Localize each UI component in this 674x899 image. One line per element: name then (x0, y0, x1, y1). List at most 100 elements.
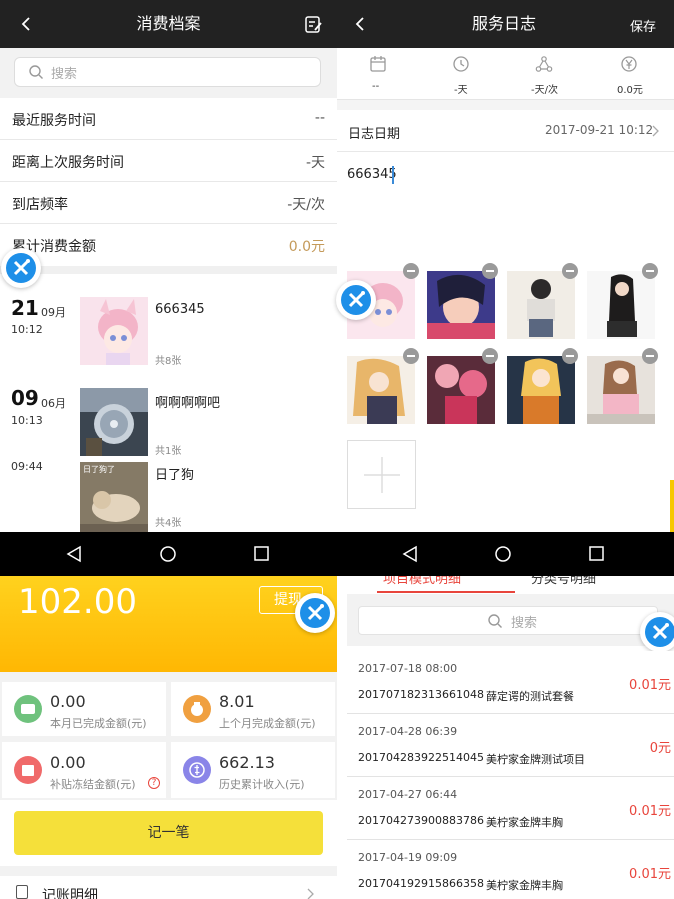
stat-label: 本月已完成金额(元) (50, 717, 147, 730)
search-placeholder: 搜索 (51, 67, 78, 82)
order-time: 2017-04-27 06:44 (358, 788, 458, 801)
stat-label: 补贴冻结金额(元) (50, 778, 136, 791)
add-photo-button[interactable] (347, 440, 416, 509)
row-label: 最近服务时间 (12, 113, 96, 129)
order-search-area: 搜索 (347, 594, 674, 646)
timeline-item[interactable]: 09 06月 10:13 啊啊啊啊吧 共1张 (0, 378, 337, 460)
row-value: -- (314, 110, 325, 126)
nav-back-icon[interactable] (66, 545, 82, 567)
photo-thumbnail[interactable] (347, 356, 415, 424)
chevron-right-icon (306, 886, 316, 899)
nav-back-icon[interactable] (402, 545, 418, 567)
nav-home-icon[interactable] (494, 545, 512, 567)
remove-photo-icon[interactable] (482, 263, 498, 279)
floating-assistive-button[interactable] (336, 280, 376, 320)
order-name: 美柠家金牌测试项目 (486, 753, 585, 766)
share-icon (535, 55, 553, 77)
section-divider (0, 266, 337, 274)
nav-home-icon[interactable] (159, 545, 177, 567)
ledger-row[interactable]: 记账明细 (0, 876, 337, 899)
dollar-icon (183, 756, 211, 784)
remove-photo-icon[interactable] (562, 263, 578, 279)
photo-thumbnail[interactable] (507, 271, 575, 339)
search-input[interactable]: 搜索 (14, 57, 321, 87)
stat-value: 0.00 (50, 753, 86, 772)
nav-recents-icon[interactable] (589, 546, 605, 566)
stat-card: 662.13 历史累计收入(元) (171, 742, 335, 798)
order-row[interactable]: 2017-07-18 08:00 20170718231366104​8 薛定谔… (347, 651, 674, 714)
stat-value: -天 (454, 85, 468, 96)
floating-assistive-button[interactable] (640, 612, 674, 652)
photo-thumbnail[interactable] (587, 271, 655, 339)
order-row[interactable]: 2017-04-19 09:09 201704192915866358 美柠家金… (347, 840, 674, 899)
anime-thumbnail (80, 297, 148, 365)
tools-icon (300, 598, 330, 628)
save-button[interactable]: 保存 (630, 16, 656, 35)
row-label: 距离上次服务时间 (12, 155, 124, 171)
timeline-count: 共1张 (155, 446, 182, 457)
search-area: 搜索 (0, 48, 337, 98)
photo-thumbnail[interactable] (587, 356, 655, 424)
tab-bar: 项目模式明细 分类号明细 (347, 576, 674, 594)
photo-thumbnail[interactable] (507, 356, 575, 424)
search-input[interactable]: 搜索 (358, 606, 658, 635)
order-time: 2017-07-18 08:00 (358, 662, 458, 675)
journal-titlebar: 服务日志 保存 (337, 0, 674, 48)
frozen-funds-icon (14, 756, 42, 784)
gap (337, 100, 674, 110)
remove-photo-icon[interactable] (482, 348, 498, 364)
info-row-since-last: 距离上次服务时间 -天 (0, 140, 337, 182)
timeline-month: 09月 (41, 306, 66, 319)
search-icon (487, 613, 503, 633)
ledger-icon (16, 885, 28, 899)
tools-icon (341, 285, 371, 315)
remove-photo-icon[interactable] (642, 348, 658, 364)
floating-assistive-button[interactable] (295, 593, 335, 633)
stat-value: -天/次 (531, 85, 558, 96)
order-amount: 0.01元 (629, 867, 671, 882)
row-value: 0.0元 (288, 239, 325, 255)
order-time: 2017-04-19 09:09 (358, 851, 458, 864)
tab-project-detail[interactable]: 项目模式明细 (383, 576, 461, 587)
info-row-last-service: 最近服务时间 -- (0, 98, 337, 140)
order-number: 20170718231366104​8 (358, 688, 484, 701)
edit-note-icon[interactable] (303, 14, 323, 34)
info-row-total-spend: 累计消费金额 0.0元 (0, 224, 337, 266)
row-label: 到店频率 (12, 197, 68, 213)
search-icon (28, 64, 44, 84)
android-navbar (0, 532, 674, 576)
journal-content-input[interactable]: 666345 (337, 152, 674, 262)
info-row-frequency: 到店频率 -天/次 (0, 182, 337, 224)
journal-content-text: 666345 (347, 167, 397, 182)
stat-label: 上个月完成金额(元) (219, 717, 316, 730)
stat-label: 历史累计收入(元) (219, 778, 305, 791)
nav-recents-icon[interactable] (254, 546, 270, 566)
remove-photo-icon[interactable] (403, 263, 419, 279)
calendar-icon (369, 55, 387, 77)
photo-thumbnail[interactable] (427, 271, 495, 339)
journal-date-row[interactable]: 日志日期 2017-09-21 10:12 (337, 110, 674, 152)
timeline-item[interactable]: 09:44 日了狗了 日了狗 共4张 (0, 456, 337, 532)
tab-category-detail[interactable]: 分类号明细 (531, 576, 596, 587)
dog-photo-thumbnail: 日了狗了 (80, 462, 148, 532)
help-icon[interactable]: ? (148, 777, 160, 789)
photo-thumbnail[interactable] (427, 356, 495, 424)
timeline-day: 21 (11, 296, 39, 320)
remove-photo-icon[interactable] (562, 348, 578, 364)
remove-photo-icon[interactable] (642, 263, 658, 279)
clock-icon (452, 55, 470, 77)
timeline-time: 10:13 (11, 414, 43, 427)
timeline-month: 06月 (41, 397, 66, 410)
remove-photo-icon[interactable] (403, 348, 419, 364)
tools-icon (645, 617, 674, 647)
order-row[interactable]: 2017-04-28 06:39 201704283922514045 美柠家金… (347, 714, 674, 777)
stat-value: 0.0元 (617, 85, 643, 96)
stat-value: 8.01 (219, 692, 255, 711)
fan-photo-thumbnail (80, 388, 148, 456)
record-button[interactable]: 记一笔 (14, 811, 323, 855)
timeline-item[interactable]: 21 09月 10:12 666345 共8张 (0, 286, 337, 372)
floating-assistive-button[interactable] (1, 248, 41, 288)
archive-titlebar: 消费档案 (0, 0, 337, 48)
page-title: 消费档案 (136, 14, 201, 33)
order-row[interactable]: 2017-04-27 06:44 201704273900883786 美柠家金… (347, 777, 674, 840)
